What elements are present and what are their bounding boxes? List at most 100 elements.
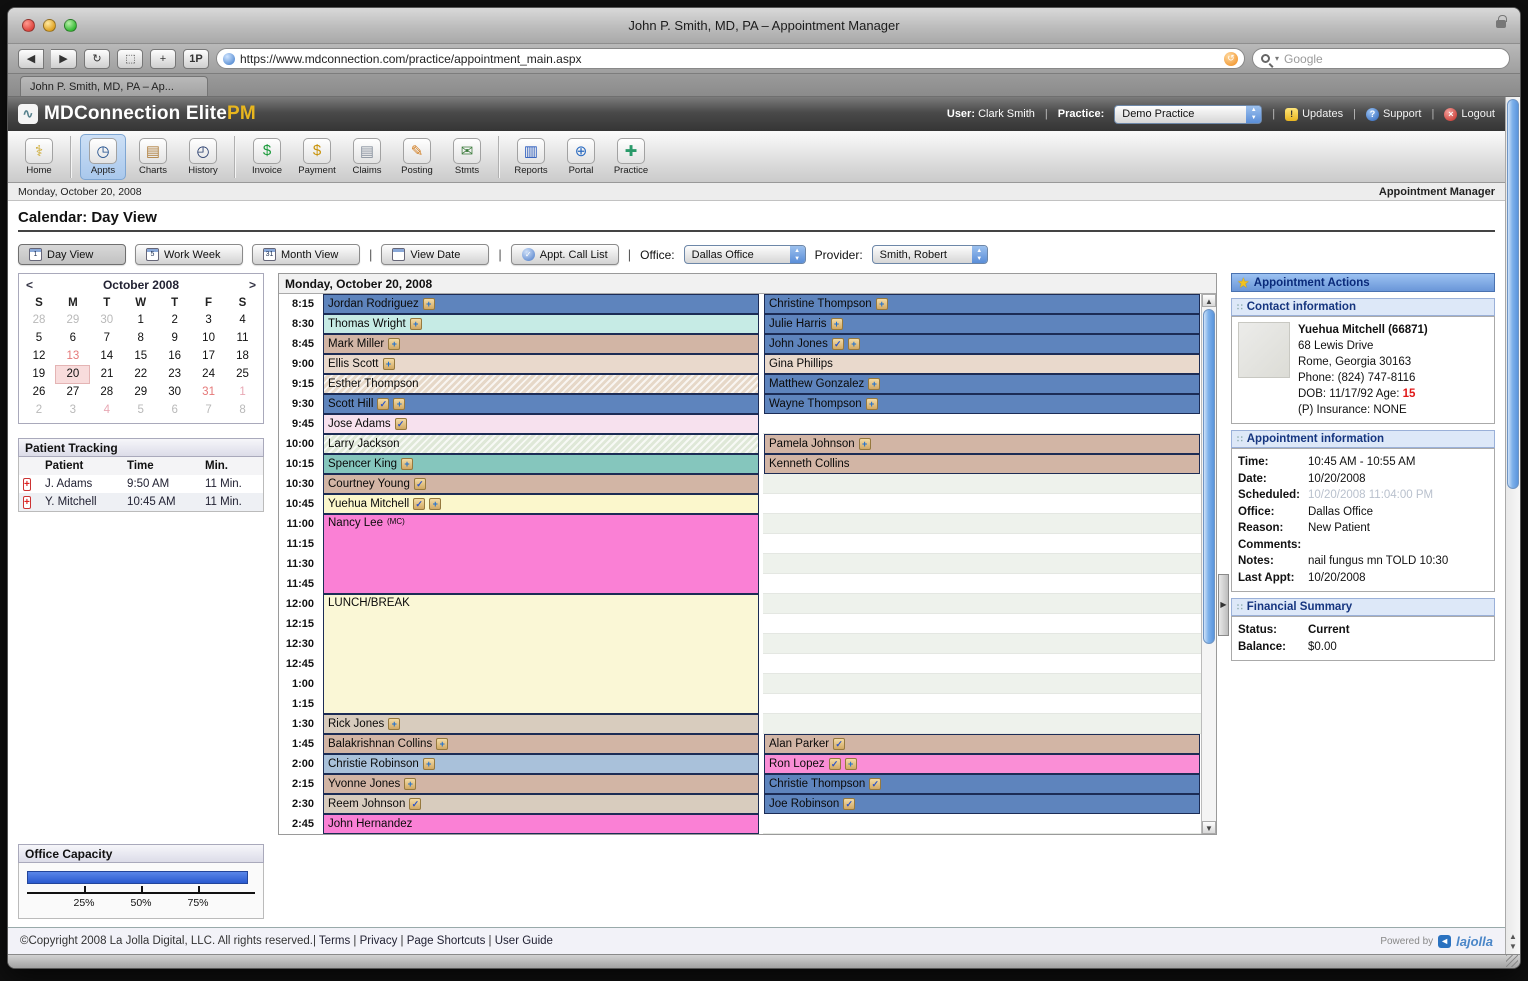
view-button-month-view[interactable]: 31Month View [252,244,360,265]
calendar-day[interactable]: 1 [124,311,158,329]
footer-link-terms[interactable]: Terms [319,935,350,947]
view-button-day-view[interactable]: 1Day View [18,244,126,265]
calendar-day[interactable]: 16 [158,347,192,365]
empty-slot[interactable] [763,614,1201,634]
nav-item-reports[interactable]: ▥Reports [508,134,554,180]
check-in-icon[interactable]: ✓ [869,778,881,790]
calendar-day[interactable]: 22 [124,365,158,383]
appointment-alan-parker[interactable]: Alan Parker✓ [764,734,1200,754]
window-scroll-arrows[interactable]: ▲▼ [1506,932,1520,952]
appointment-christie-robinson[interactable]: Christie Robinson+ [323,754,759,774]
empty-slot[interactable] [763,554,1201,574]
calendar-day[interactable]: 30 [158,383,192,401]
tracking-row[interactable]: +Y. Mitchell10:45 AM11 Min. [19,493,264,512]
calendar-day[interactable]: 12 [22,347,56,365]
empty-slot[interactable] [763,594,1201,614]
empty-slot[interactable] [763,694,1201,714]
calendar-day[interactable]: 2 [22,401,56,419]
add-patient-icon[interactable]: + [831,318,843,330]
snippet-button[interactable]: ⬚ [117,49,143,69]
calendar-day[interactable]: 26 [22,383,56,401]
empty-slot[interactable] [763,654,1201,674]
nav-item-portal[interactable]: ⊕Portal [558,134,604,180]
calendar-day[interactable]: 10 [192,329,226,347]
appointment-lunch-break[interactable]: LUNCH/BREAK [323,594,759,714]
window-scroll-thumb[interactable] [1507,99,1519,489]
appointment-nancy-lee[interactable]: Nancy Lee(MC) [323,514,759,594]
appointment-matthew-gonzalez[interactable]: Matthew Gonzalez+ [764,374,1200,394]
add-patient-icon[interactable]: + [845,758,857,770]
add-patient-icon[interactable]: + [388,338,400,350]
provider-select[interactable]: Smith, Robert▲▼ [872,245,988,264]
calendar-day-today[interactable]: 20 [56,365,90,383]
appointment-esther-thompson[interactable]: Esther Thompson [323,374,759,394]
calendar-day[interactable]: 5 [22,329,56,347]
add-patient-icon[interactable]: + [429,498,441,510]
calendar-day[interactable]: 4 [226,311,260,329]
back-button[interactable]: ◀ [18,49,44,69]
appointment-yvonne-jones[interactable]: Yvonne Jones+ [323,774,759,794]
appointment-ron-lopez[interactable]: Ron Lopez✓+ [764,754,1200,774]
check-in-icon[interactable]: ✓ [409,798,421,810]
tracking-row[interactable]: +J. Adams9:50 AM11 Min. [19,475,264,493]
schedule-scroll-thumb[interactable] [1203,309,1215,644]
nav-item-claims[interactable]: ▤Claims [344,134,390,180]
address-bar[interactable]: https://www.mdconnection.com/practice/ap… [216,48,1245,69]
calendar-day[interactable]: 3 [192,311,226,329]
nav-item-invoice[interactable]: $Invoice [244,134,290,180]
logout-button[interactable]: × Logout [1444,108,1495,121]
appointment-scott-hill[interactable]: Scott Hill✓+ [323,394,759,414]
calendar-day[interactable]: 28 [22,311,56,329]
nav-item-charts[interactable]: ▤Charts [130,134,176,180]
search-field[interactable]: ▾ Google [1252,48,1510,69]
check-in-icon[interactable]: ✓ [377,398,389,410]
calendar-day[interactable]: 28 [90,383,124,401]
calendar-day[interactable]: 6 [56,329,90,347]
empty-slot[interactable] [763,414,1201,434]
nav-item-payment[interactable]: $Payment [294,134,340,180]
add-patient-icon[interactable]: + [410,318,422,330]
calendar-day[interactable]: 24 [192,365,226,383]
empty-slot[interactable] [763,674,1201,694]
nav-item-practice[interactable]: ✚Practice [608,134,654,180]
nav-item-posting[interactable]: ✎Posting [394,134,440,180]
appointment-christie-thompson[interactable]: Christie Thompson✓ [764,774,1200,794]
check-in-icon[interactable]: ✓ [395,418,407,430]
contact-information-bar[interactable]: ∷ Contact information [1231,298,1495,316]
check-in-icon[interactable]: ✓ [829,758,841,770]
empty-slot[interactable] [763,574,1201,594]
add-patient-icon[interactable]: + [436,738,448,750]
empty-slot[interactable] [763,514,1201,534]
check-in-icon[interactable]: ✓ [413,498,425,510]
calendar-day[interactable]: 27 [56,383,90,401]
window-scrollbar[interactable]: ▲▼ [1505,97,1520,954]
updates-button[interactable]: ! Updates [1285,108,1343,121]
add-patient-icon[interactable]: + [401,458,413,470]
view-date-button[interactable]: View Date [381,244,489,265]
appointment-rick-jones[interactable]: Rick Jones+ [323,714,759,734]
add-patient-icon[interactable]: + [393,398,405,410]
calendar-day[interactable]: 9 [158,329,192,347]
support-button[interactable]: ? Support [1366,108,1422,121]
footer-link-privacy[interactable]: Privacy [360,935,398,947]
appointment-wayne-thompson[interactable]: Wayne Thompson+ [764,394,1200,414]
empty-slot[interactable] [763,714,1201,734]
resize-grip[interactable] [1506,955,1518,967]
appointment-mark-miller[interactable]: Mark Miller+ [323,334,759,354]
calendar-day[interactable]: 8 [226,401,260,419]
footer-link-page-shortcuts[interactable]: Page Shortcuts [407,935,486,947]
add-patient-icon[interactable]: + [876,298,888,310]
appointment-larry-jackson[interactable]: Larry Jackson [323,434,759,454]
empty-slot[interactable] [763,534,1201,554]
check-in-icon[interactable]: ✓ [414,478,426,490]
appointment-gina-phillips[interactable]: Gina Phillips [764,354,1200,374]
calendar-day[interactable]: 2 [158,311,192,329]
add-patient-icon[interactable]: + [404,778,416,790]
calendar-day[interactable]: 21 [90,365,124,383]
appointment-john-jones[interactable]: John Jones✓+ [764,334,1200,354]
search-dropdown-icon[interactable]: ▾ [1275,54,1279,63]
panel-splitter[interactable]: ▶ [1218,574,1229,636]
appointment-jose-adams[interactable]: Jose Adams✓ [323,414,759,434]
calendar-day[interactable]: 6 [158,401,192,419]
calendar-day[interactable]: 29 [56,311,90,329]
